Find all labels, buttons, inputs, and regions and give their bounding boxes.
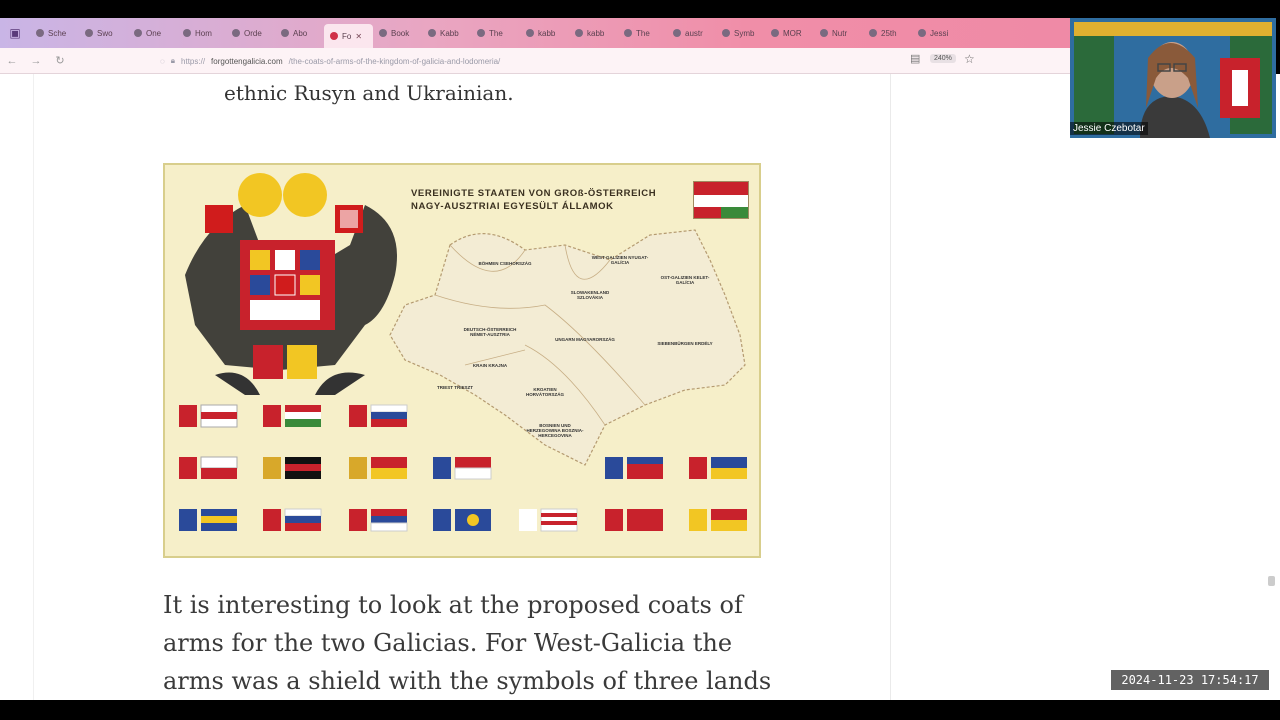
eagle-emblem bbox=[185, 173, 397, 395]
poster-title: VEREINIGTE STAATEN VON GROß-ÖSTERREICH N… bbox=[411, 188, 657, 212]
tab[interactable]: kabb bbox=[520, 22, 569, 44]
favicon-icon bbox=[134, 29, 142, 37]
tab[interactable]: Orde bbox=[226, 22, 275, 44]
favicon-icon bbox=[771, 29, 779, 37]
tab[interactable]: Book bbox=[373, 22, 422, 44]
map-label: SIEBENBÜRGEN ERDÉLY bbox=[657, 341, 713, 346]
webcam-overlay: Jessie Czebotar bbox=[1070, 18, 1276, 138]
flag-grid bbox=[179, 404, 747, 532]
favicon-icon bbox=[477, 29, 485, 37]
map-label: WEST-GALIZIEN NYUGAT-GALÍCIA bbox=[591, 255, 649, 265]
workspace-icon[interactable]: ▣ bbox=[0, 18, 30, 48]
tab[interactable]: Symb bbox=[716, 22, 765, 44]
favicon-icon bbox=[673, 29, 681, 37]
webcam-video bbox=[1070, 18, 1276, 138]
favicon-icon bbox=[36, 29, 44, 37]
map-label: DEUTSCH-ÖSTERREICH NÉMET-AUSZTRIA bbox=[463, 327, 517, 337]
map-label: BOSNIEN UND HERZEGOWINA BOSZNIA-HERCEGOV… bbox=[526, 423, 584, 438]
tab[interactable]: Nutr bbox=[814, 22, 863, 44]
tab[interactable]: Kabb bbox=[422, 22, 471, 44]
tab[interactable]: The bbox=[618, 22, 667, 44]
tab-active[interactable]: Fo ✕ bbox=[324, 24, 373, 48]
map-label: SLOWAKENLAND SZLOVÁKIA bbox=[570, 290, 610, 300]
tab[interactable]: Swo bbox=[79, 22, 128, 44]
favicon-icon bbox=[918, 29, 926, 37]
map-label: KRAIN KRAJNA bbox=[472, 363, 508, 368]
coat-of-arms-map-image: VEREINIGTE STAATEN VON GROß-ÖSTERREICH N… bbox=[163, 163, 761, 558]
tab[interactable]: Abo bbox=[275, 22, 324, 44]
url-field[interactable]: ◌ 🔒︎ https://forgottengalicia.com/the-co… bbox=[160, 53, 500, 69]
flag-emblem bbox=[693, 181, 749, 219]
tab[interactable]: Sche bbox=[30, 22, 79, 44]
scrollbar-thumb[interactable] bbox=[1268, 576, 1275, 586]
reload-icon[interactable]: ↻ bbox=[48, 49, 72, 73]
tab[interactable]: One bbox=[128, 22, 177, 44]
favicon-icon bbox=[330, 32, 338, 40]
close-tab-icon[interactable]: ✕ bbox=[355, 32, 362, 41]
poster-artwork bbox=[179, 173, 747, 532]
tab[interactable]: The bbox=[471, 22, 520, 44]
favicon-icon bbox=[526, 29, 534, 37]
map-label: UNGARN MAGYARORSZÁG bbox=[555, 337, 615, 342]
tab[interactable]: 25th bbox=[863, 22, 912, 44]
map-label: KROATIEN HORVÁTORSZÁG bbox=[525, 387, 565, 397]
tab[interactable]: kabb bbox=[569, 22, 618, 44]
favicon-icon bbox=[575, 29, 583, 37]
tab[interactable]: austr bbox=[667, 22, 716, 44]
favicon-icon bbox=[379, 29, 387, 37]
timestamp-overlay: 2024-11-23 17:54:17 bbox=[1111, 670, 1269, 690]
tab-bar: ▣ Sche Swo One Hom Orde Abo Fo ✕ Book Kab… bbox=[0, 18, 1070, 48]
favicon-icon bbox=[183, 29, 191, 37]
map-label: OST-GALIZIEN KELET-GALÍCIA bbox=[660, 275, 710, 285]
back-icon[interactable]: ← bbox=[0, 49, 24, 73]
lock-icon: 🔒︎ bbox=[170, 56, 176, 65]
favicon-icon bbox=[232, 29, 240, 37]
reader-mode-icon[interactable]: ▤ bbox=[910, 52, 920, 65]
favicon-icon bbox=[869, 29, 877, 37]
map-label: BÖHMEN CSEHORSZÁG bbox=[478, 261, 532, 266]
screen: ▣ Sche Swo One Hom Orde Abo Fo ✕ Book Kab… bbox=[0, 0, 1280, 720]
tab[interactable]: Hom bbox=[177, 22, 226, 44]
favicon-icon bbox=[820, 29, 828, 37]
webcam-name-label: Jessie Czebotar bbox=[1070, 122, 1148, 135]
bookmark-star-icon[interactable]: ☆ bbox=[964, 52, 975, 66]
favicon-icon bbox=[722, 29, 730, 37]
tab[interactable]: Jessi bbox=[912, 22, 961, 44]
favicon-icon bbox=[85, 29, 93, 37]
favicon-icon bbox=[281, 29, 289, 37]
address-bar: ← → ↻ ◌ 🔒︎ https://forgottengalicia.com /… bbox=[0, 48, 1070, 74]
article-text-line: ethnic Rusyn and Ukrainian. bbox=[224, 81, 514, 105]
site-info-icon[interactable]: ◌ bbox=[160, 57, 165, 66]
tab[interactable]: MOR bbox=[765, 22, 814, 44]
favicon-icon bbox=[428, 29, 436, 37]
article-paragraph: It is interesting to look at the propose… bbox=[163, 591, 772, 695]
zoom-indicator[interactable]: 240% bbox=[930, 54, 956, 63]
favicon-icon bbox=[624, 29, 632, 37]
forward-icon[interactable]: → bbox=[24, 49, 48, 73]
map-label: TRIEST TRIESZT bbox=[437, 385, 473, 390]
